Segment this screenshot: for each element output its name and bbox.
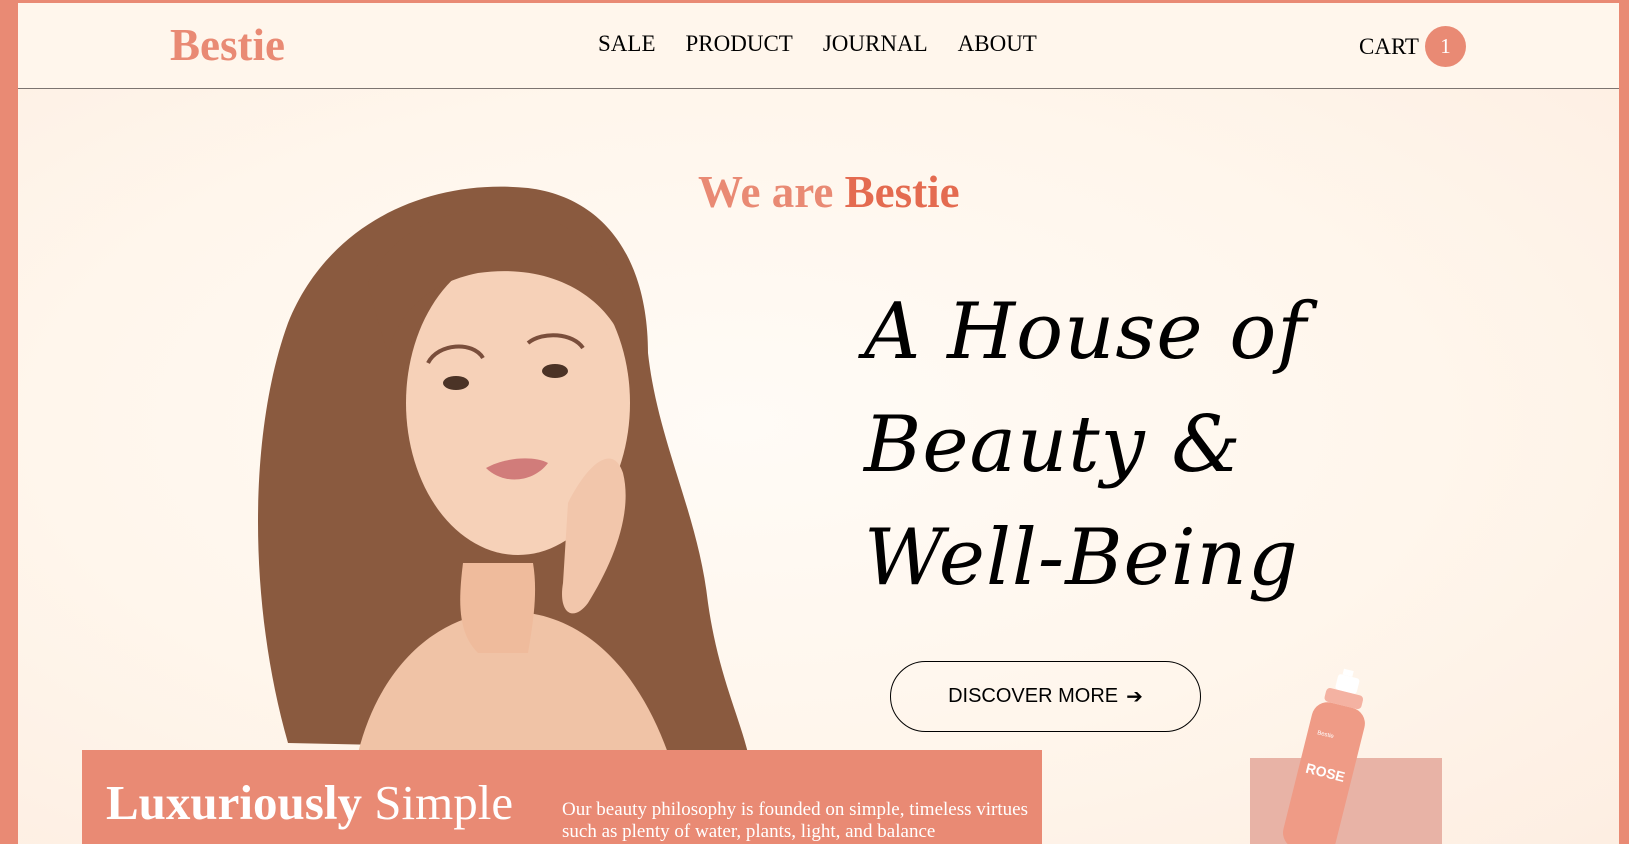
- rose-bottle-image: ROSE Bestie: [1283, 668, 1365, 844]
- cart-count-badge: 1: [1424, 26, 1466, 67]
- eyebrow-prefix: We are: [698, 167, 834, 217]
- main-nav: SALE PRODUCT JOURNAL ABOUT: [598, 32, 1037, 55]
- hero-headline: A House of Beauty & Well-Being: [864, 276, 1384, 615]
- site-header: Bestie SALE PRODUCT JOURNAL ABOUT CART 1: [18, 3, 1619, 89]
- headline-line-3: Well-Being: [864, 513, 1299, 603]
- nav-link-about[interactable]: ABOUT: [958, 32, 1037, 55]
- feature-description: Our beauty philosophy is founded on simp…: [562, 799, 1028, 842]
- discover-more-button[interactable]: DISCOVER MORE ➔: [890, 661, 1201, 732]
- feature-title: Luxuriously Simple: [106, 778, 513, 827]
- feature-title-regular: Simple: [374, 775, 514, 830]
- site-logo[interactable]: Bestie: [170, 23, 285, 68]
- feature-panel: Luxuriously Simple Our beauty philosophy…: [82, 750, 1042, 844]
- nav-link-product[interactable]: PRODUCT: [686, 32, 793, 55]
- headline-line-1: A House of: [864, 287, 1308, 377]
- nav-link-sale[interactable]: SALE: [598, 32, 656, 55]
- nav-link-journal[interactable]: JOURNAL: [823, 32, 928, 55]
- arrow-right-icon: ➔: [1126, 686, 1143, 708]
- feature-title-bold: Luxuriously: [106, 775, 362, 830]
- discover-more-label: DISCOVER MORE: [948, 685, 1119, 707]
- cart-button[interactable]: CART 1: [1359, 26, 1466, 67]
- hero-eyebrow: We are Bestie: [698, 170, 960, 215]
- eyebrow-brand: Bestie: [844, 167, 960, 217]
- cart-label: CART: [1359, 33, 1419, 59]
- headline-line-2: Beauty &: [864, 400, 1242, 490]
- hero-portrait-image: [258, 186, 748, 753]
- page-frame: Bestie SALE PRODUCT JOURNAL ABOUT CART 1…: [18, 3, 1619, 844]
